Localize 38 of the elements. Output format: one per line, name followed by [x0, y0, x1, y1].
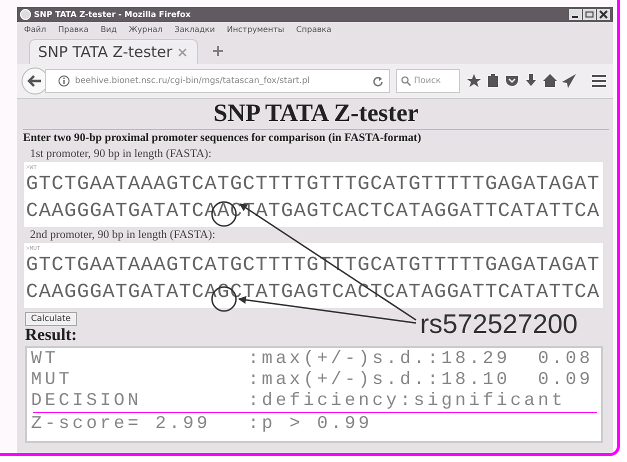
result-heading: Result: [24, 326, 78, 344]
restore-button[interactable] [583, 9, 596, 20]
address-field[interactable]: beehive.bionet.nsc.ru/cgi-bin/mgs/tatascan_fox/start.pl [45, 69, 390, 93]
result-value: :deficiency:significant [248, 391, 566, 412]
minimize-button[interactable] [569, 9, 582, 20]
menu-item[interactable]: Журнал [128, 25, 162, 34]
search-icon [401, 76, 411, 86]
close-icon[interactable] [597, 9, 610, 20]
pocket-icon[interactable] [504, 73, 520, 89]
window-title: SNP TATA Z-tester - Mozilla Firefox [34, 10, 192, 19]
page-heading: SNP TATA Z-tester [212, 99, 420, 129]
menu-item[interactable]: Вид [100, 25, 117, 34]
menu-item[interactable]: Инструменты [226, 25, 284, 34]
menu-item[interactable]: Правка [58, 25, 89, 34]
result-value: :max(+/-)s.d.:18.10 0.09 [248, 370, 594, 391]
result-label: WT [31, 349, 60, 370]
menu-icon[interactable] [591, 74, 607, 88]
result-label: Z-score= 2.99 [31, 414, 212, 435]
home-icon[interactable] [542, 73, 558, 89]
result-value: :max(+/-)s.d.:18.29 0.08 [248, 349, 594, 370]
result-label: MUT [31, 370, 74, 391]
field-label: 1st promoter, 90 bp in length (FASTA): [29, 147, 212, 162]
calculate-button[interactable]: Calculate [25, 312, 77, 326]
result-label: DECISION [31, 391, 142, 412]
menu-item[interactable]: Справка [296, 25, 332, 34]
menu-item[interactable]: Закладки [174, 25, 215, 34]
send-icon[interactable] [561, 73, 577, 89]
new-tab-icon[interactable] [212, 45, 224, 57]
menu-item[interactable]: Файл [24, 25, 46, 34]
star-icon[interactable] [466, 73, 482, 89]
reload-icon[interactable] [372, 76, 383, 86]
result-value: :p > 0.99 [248, 414, 372, 435]
instruction-text: Enter two 90-bp proximal promoter sequences for comparison (in FASTA-format) [23, 129, 609, 146]
field-label: 2nd promoter, 90 bp in length (FASTA): [29, 228, 216, 243]
info-icon[interactable] [58, 75, 70, 87]
clipboard-icon[interactable] [485, 73, 501, 89]
annotation-label: rs572527200 [420, 309, 578, 339]
browser-tab[interactable]: SNP TATA Z-tester [29, 39, 198, 64]
